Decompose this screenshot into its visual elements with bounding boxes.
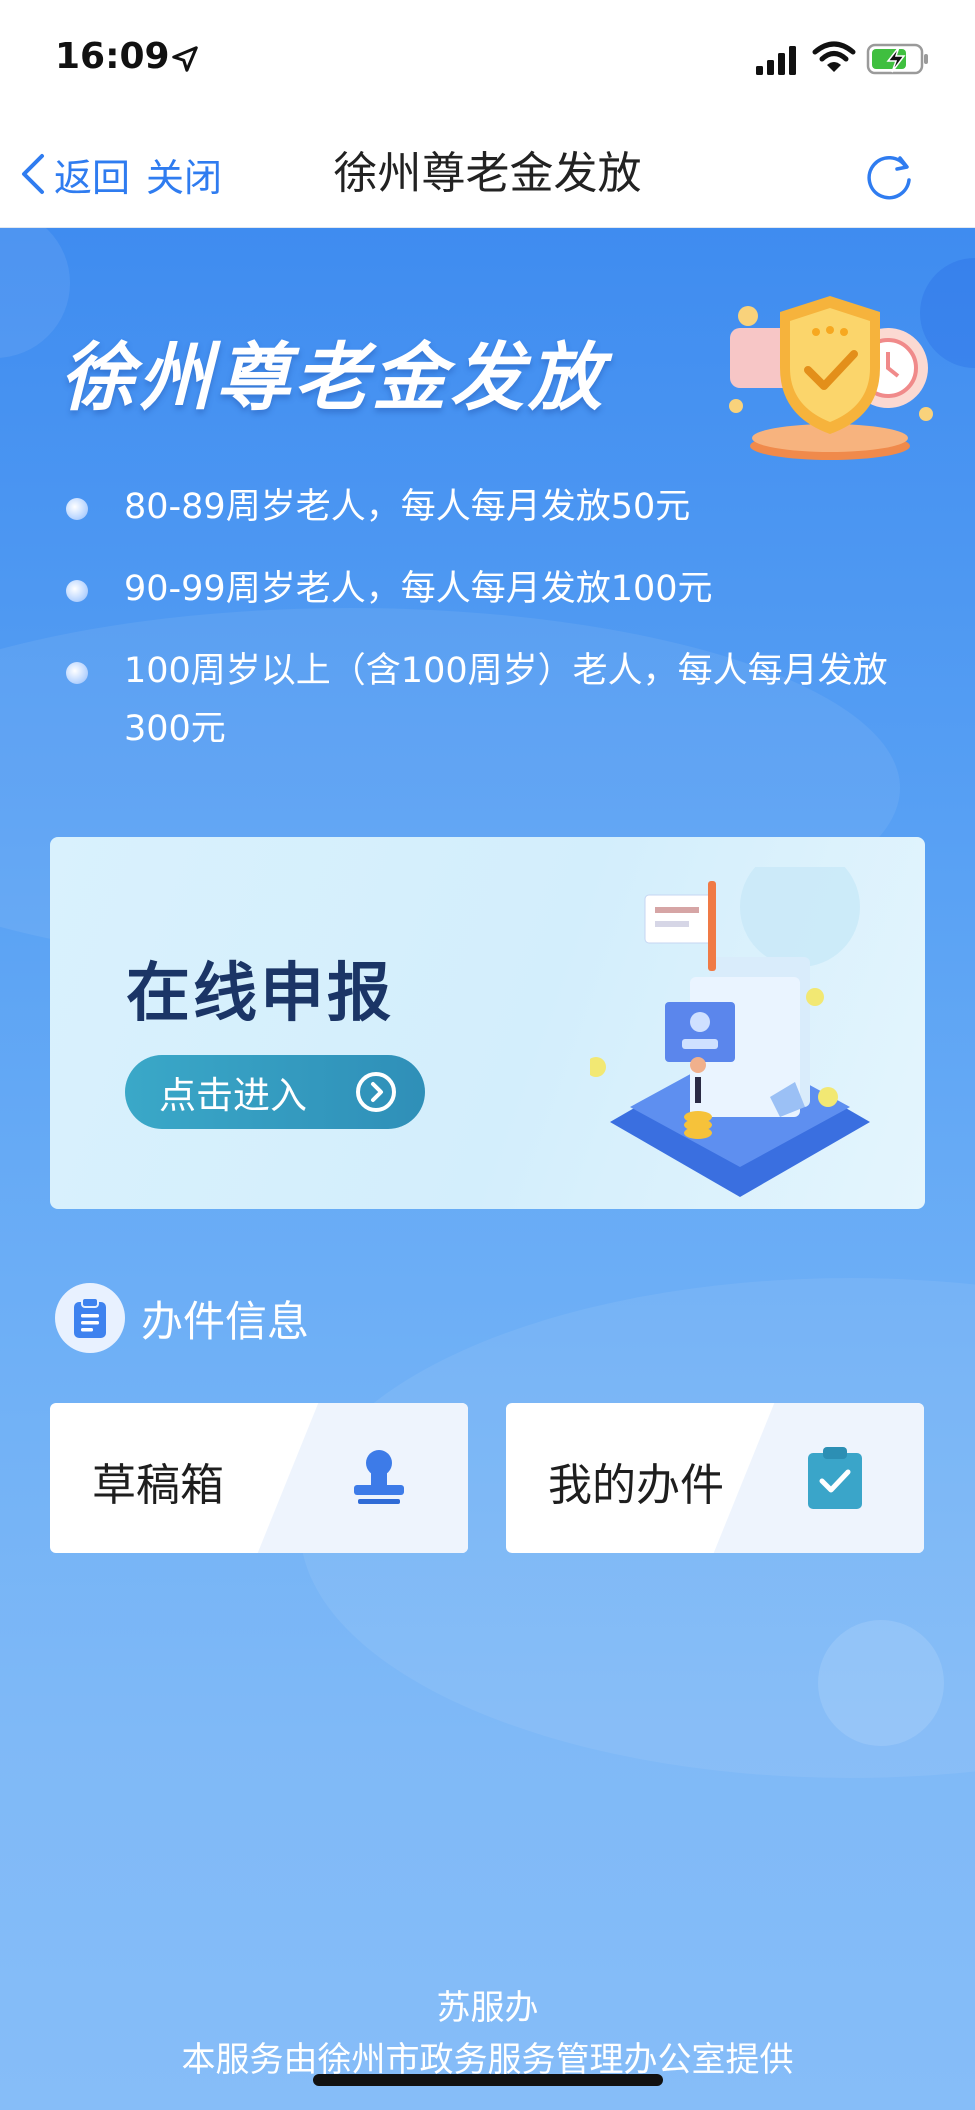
tile-label: 草稿箱 (92, 1460, 224, 1511)
hero-title: 徐州尊老金发放 (60, 335, 606, 421)
footer-brand: 苏服办 (436, 1988, 539, 2028)
enter-button[interactable]: 点击进入 (125, 1055, 425, 1129)
rule-item: 100周岁以上（含100周岁）老人，每人每月发放300元 (60, 642, 920, 758)
battery-charging-icon (866, 43, 928, 75)
rule-item: 90-99周岁老人，每人每月发放100元 (60, 560, 920, 618)
section-title: 办件信息 (141, 1296, 310, 1346)
enter-button-label: 点击进入 (159, 1074, 307, 1117)
main-content: 徐州尊老金发放 80-89周岁老人，每人每月发放50元 90-99周岁老人，每人… (0, 228, 975, 2110)
wifi-icon (812, 41, 856, 72)
rule-text: 90-99周岁老人，每人每月发放100元 (124, 569, 713, 609)
my-cases-tile[interactable]: 我的办件 (506, 1403, 924, 1553)
stamp-icon (354, 1450, 404, 1504)
apply-title: 在线申报 (126, 957, 394, 1031)
location-arrow-icon (172, 46, 198, 72)
status-bar: 16:09 (0, 0, 975, 120)
online-apply-card[interactable]: 在线申报 点击进入 (50, 837, 925, 1209)
cellular-signal-icon (756, 46, 796, 75)
refresh-icon[interactable] (862, 150, 916, 204)
tile-label: 我的办件 (548, 1460, 724, 1511)
page-title: 徐州尊老金发放 (333, 148, 642, 199)
section-header: 办件信息 (55, 1283, 309, 1353)
bullet-icon (66, 662, 88, 684)
clipboard-check-icon (808, 1447, 862, 1509)
bullet-icon (66, 580, 88, 602)
document-illustration (590, 867, 870, 1197)
bullet-icon (66, 498, 88, 520)
rules-list: 80-89周岁老人，每人每月发放50元 90-99周岁老人，每人每月发放100元… (60, 478, 920, 782)
home-indicator[interactable] (313, 2074, 663, 2086)
status-time: 16:09 (55, 36, 170, 77)
rule-item: 80-89周岁老人，每人每月发放50元 (60, 478, 920, 536)
rule-text: 100周岁以上（含100周岁）老人，每人每月发放300元 (124, 651, 888, 749)
clipboard-icon (55, 1283, 125, 1353)
rule-text: 80-89周岁老人，每人每月发放50元 (124, 487, 691, 527)
drafts-tile[interactable]: 草稿箱 (50, 1403, 468, 1553)
decor-circle (818, 1620, 944, 1746)
arrow-right-circle-icon (356, 1072, 396, 1112)
shield-badge-illustration (729, 296, 933, 460)
navigation-bar: 返回 关闭 徐州尊老金发放 (0, 120, 975, 228)
